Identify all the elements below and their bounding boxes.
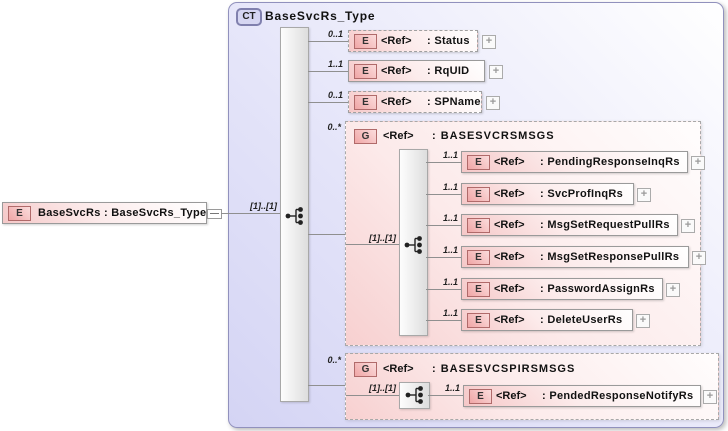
element-name: : PasswordAssignRs (540, 283, 655, 295)
connector-line (308, 234, 345, 235)
connector-line (308, 102, 348, 103)
element-spname[interactable]: E <Ref> : SPName (348, 91, 482, 113)
expand-icon[interactable]: + (666, 283, 680, 297)
element-ref: <Ref> (494, 219, 525, 231)
cardinality-label: 0..1 (327, 90, 343, 100)
connector-line (308, 41, 348, 42)
element-status[interactable]: E <Ref> : Status (348, 30, 478, 52)
connector-line (426, 320, 461, 321)
cardinality-label: 1..1 (327, 59, 343, 69)
cardinality-label: 0..* (327, 355, 341, 365)
connector-line (221, 213, 280, 214)
cardinality-label: 1..1 (442, 213, 458, 223)
group-badge: G (354, 362, 377, 377)
connector-line (346, 244, 399, 245)
element-ref: <Ref> (496, 390, 527, 402)
connector-line (346, 395, 399, 396)
ct-badge: CT (236, 8, 262, 26)
cardinality-label: 1..1 (444, 383, 460, 393)
cardinality-label: [1]..[1] (250, 201, 277, 211)
root-element-label: BaseSvcRs : BaseSvcRs_Type (38, 207, 207, 219)
expand-icon[interactable]: + (681, 219, 695, 233)
element-name: : Status (427, 35, 470, 47)
element-name: : PendedResponseNotifyRs (542, 390, 694, 402)
element-name: : PendingResponseInqRs (540, 156, 680, 168)
group-name: : BASESVCSPIRSMSGS (432, 363, 576, 375)
element-deleteuserrs[interactable]: E <Ref> : DeleteUserRs (461, 309, 633, 331)
complex-type-title: BaseSvcRs_Type (265, 9, 376, 23)
element-badge: E (467, 313, 490, 328)
element-ref: <Ref> (494, 188, 525, 200)
group-name: : BASESVCRSMSGS (432, 130, 555, 142)
expand-icon[interactable]: + (692, 251, 706, 265)
element-ref: <Ref> (494, 314, 525, 326)
connector-line (426, 162, 461, 163)
element-badge: E (467, 218, 490, 233)
connector-line (426, 289, 461, 290)
connector-line (428, 395, 463, 396)
element-name: : MsgSetRequestPullRs (540, 219, 670, 231)
cardinality-label: 1..1 (442, 277, 458, 287)
connector-line (426, 225, 461, 226)
element-name: : RqUID (427, 65, 470, 77)
group-ref: <Ref> (383, 363, 414, 375)
group-ref: <Ref> (383, 130, 414, 142)
sequence-bar[interactable] (280, 27, 309, 402)
cardinality-label: 1..1 (442, 245, 458, 255)
element-name: : MsgSetResponsePullRs (540, 251, 680, 263)
element-badge: E (354, 34, 377, 49)
sequence-icon (284, 206, 304, 226)
element-ref: <Ref> (494, 283, 525, 295)
element-ref: <Ref> (381, 65, 412, 77)
element-svcprofinqrs[interactable]: E <Ref> : SvcProfInqRs (461, 183, 634, 205)
element-pendedresponsenotifyrs[interactable]: E <Ref> : PendedResponseNotifyRs (463, 385, 701, 407)
element-name: : DeleteUserRs (540, 314, 623, 326)
expand-icon[interactable]: + (489, 65, 503, 79)
cardinality-label: [1]..[1] (369, 233, 396, 243)
element-badge: E (8, 206, 31, 221)
cardinality-label: 1..1 (442, 182, 458, 192)
element-badge: E (467, 250, 490, 265)
element-msgsetresponsepullrs[interactable]: E <Ref> : MsgSetResponsePullRs (461, 246, 689, 268)
expand-icon[interactable]: + (691, 156, 705, 170)
element-rquid[interactable]: E <Ref> : RqUID (348, 60, 485, 82)
schema-diagram: CT BaseSvcRs_Type E BaseSvcRs : BaseSvcR… (0, 0, 728, 431)
connector-line (426, 194, 461, 195)
cardinality-label: 1..1 (442, 308, 458, 318)
cardinality-label: 1..1 (442, 150, 458, 160)
element-msgsetrequestpullrs[interactable]: E <Ref> : MsgSetRequestPullRs (461, 214, 678, 236)
element-badge: E (469, 389, 492, 404)
expand-icon[interactable]: + (703, 390, 717, 404)
expand-icon[interactable]: + (636, 314, 650, 328)
element-badge: E (467, 155, 490, 170)
element-ref: <Ref> (381, 35, 412, 47)
element-badge: E (467, 282, 490, 297)
connector-line (426, 257, 461, 258)
collapse-handle[interactable] (207, 209, 222, 219)
element-passwordassignrs[interactable]: E <Ref> : PasswordAssignRs (461, 278, 663, 300)
element-name: : SvcProfInqRs (540, 188, 624, 200)
group-badge: G (354, 129, 377, 144)
group-basesvcspirsmsgs[interactable]: G <Ref> : BASESVCSPIRSMSGS [1]..[1] 1..1… (345, 353, 719, 420)
connector-line (308, 385, 345, 386)
element-badge: E (354, 95, 377, 110)
expand-icon[interactable]: + (486, 96, 500, 110)
element-ref: <Ref> (494, 251, 525, 263)
element-badge: E (354, 64, 377, 79)
group-basesvcrsmsgs[interactable]: G <Ref> : BASESVCRSMSGS [1]..[1] 1..1 E … (345, 121, 706, 346)
connector-line (308, 71, 348, 72)
element-pendingresponseinqrs[interactable]: E <Ref> : PendingResponseInqRs (461, 151, 688, 173)
element-ref: <Ref> (494, 156, 525, 168)
element-ref: <Ref> (381, 96, 412, 108)
element-name: : SPName (427, 96, 481, 108)
expand-icon[interactable]: + (482, 35, 496, 49)
cardinality-label: 0..1 (327, 29, 343, 39)
element-basesvcrs[interactable]: E BaseSvcRs : BaseSvcRs_Type (2, 202, 207, 224)
expand-icon[interactable]: + (637, 188, 651, 202)
cardinality-label: 0..* (327, 122, 341, 132)
cardinality-label: [1]..[1] (369, 383, 396, 393)
element-badge: E (467, 187, 490, 202)
